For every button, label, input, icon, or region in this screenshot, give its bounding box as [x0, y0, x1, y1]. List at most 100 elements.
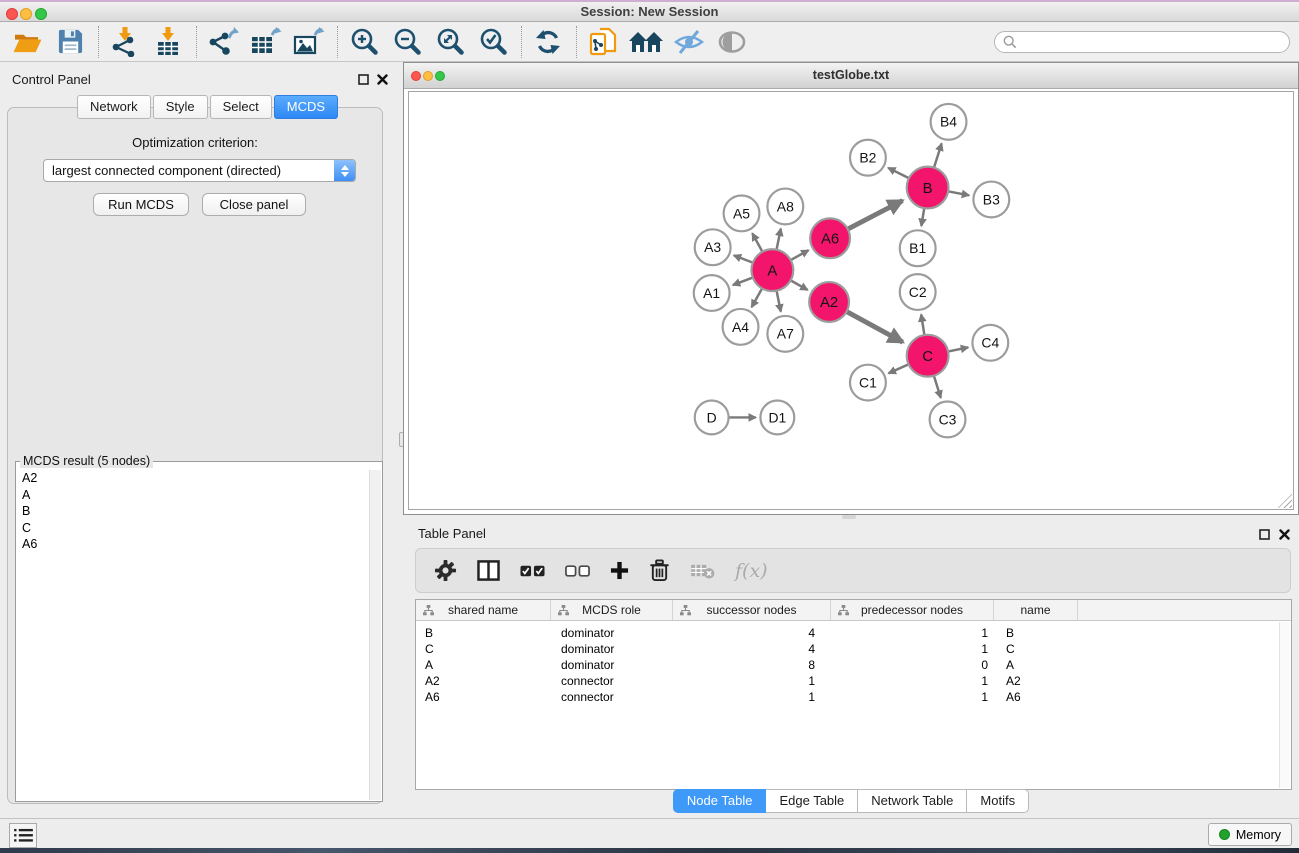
optimization-criterion-select[interactable]: largest connected component (directed) — [43, 159, 356, 182]
maximize-network-window-button[interactable] — [435, 71, 445, 81]
memory-button[interactable]: Memory — [1208, 823, 1292, 846]
graph-node-B2[interactable]: B2 — [850, 140, 886, 176]
table-row[interactable]: Adominator80A — [416, 657, 1291, 673]
column-header-successor-nodes[interactable]: successor nodes — [673, 600, 831, 620]
graph-node-A7[interactable]: A7 — [767, 316, 803, 352]
graph-node-D[interactable]: D — [695, 401, 729, 435]
graph-edge-A-A5[interactable] — [752, 233, 763, 252]
network-canvas[interactable]: B4B2BB3A5A8A6A3AB1A1C2A2A4A7CC4C1C3DD1 — [408, 91, 1294, 510]
zoom-fit-button[interactable] — [433, 25, 467, 59]
copy-network-button[interactable] — [586, 25, 620, 59]
minimize-window-button[interactable] — [20, 8, 32, 20]
function-builder-button[interactable]: f(x) — [735, 560, 768, 582]
graph-edge-A-A7[interactable] — [776, 290, 780, 312]
graph-edge-C-C2[interactable] — [921, 314, 924, 336]
import-table-button[interactable] — [151, 25, 185, 59]
table-settings-button[interactable] — [434, 559, 457, 582]
graph-node-C2[interactable]: C2 — [900, 274, 936, 310]
mcds-result-item[interactable]: A6 — [17, 536, 368, 553]
task-history-button[interactable] — [9, 823, 37, 848]
graph-node-A5[interactable]: A5 — [724, 196, 760, 232]
graph-node-A1[interactable]: A1 — [694, 275, 730, 311]
deselect-all-columns-button[interactable] — [565, 565, 590, 577]
graph-edge-C-C4[interactable] — [947, 347, 968, 351]
graph-edge-A-A2[interactable] — [790, 280, 808, 290]
graph-node-B3[interactable]: B3 — [973, 182, 1009, 218]
refresh-button[interactable] — [531, 25, 565, 59]
tab-node-table[interactable]: Node Table — [673, 789, 767, 813]
mcds-list-scrollbar[interactable] — [369, 470, 381, 800]
graph-edge-A-A3[interactable] — [734, 255, 754, 263]
fullscreen-window-button[interactable] — [35, 8, 47, 20]
graph-node-C[interactable]: C — [907, 335, 949, 377]
export-image-button[interactable] — [292, 25, 326, 59]
tab-mcds[interactable]: MCDS — [274, 95, 338, 119]
close-network-window-button[interactable] — [411, 71, 421, 81]
graph-node-A2[interactable]: A2 — [809, 282, 849, 322]
show-column-panel-button[interactable] — [477, 560, 500, 581]
show-all-button[interactable] — [715, 25, 749, 59]
graph-node-B1[interactable]: B1 — [900, 230, 936, 266]
close-window-button[interactable] — [6, 8, 18, 20]
delete-table-button[interactable] — [690, 562, 715, 579]
graph-edge-B-B2[interactable] — [888, 168, 910, 179]
graph-edge-C-C1[interactable] — [889, 364, 910, 373]
home-button[interactable] — [629, 25, 663, 59]
export-network-button[interactable] — [206, 25, 240, 59]
graph-node-C4[interactable]: C4 — [972, 325, 1008, 361]
tab-motifs[interactable]: Motifs — [967, 789, 1029, 813]
import-network-button[interactable] — [108, 25, 142, 59]
graph-edge-A-A6[interactable] — [790, 250, 809, 260]
zoom-out-button[interactable] — [390, 25, 424, 59]
graph-edge-A-A8[interactable] — [776, 229, 780, 251]
tab-network-table[interactable]: Network Table — [858, 789, 967, 813]
graph-edge-A2-C[interactable] — [846, 311, 903, 342]
graph-node-B4[interactable]: B4 — [931, 104, 967, 140]
table-row[interactable]: A2connector11A2 — [416, 673, 1291, 689]
select-all-columns-button[interactable] — [520, 565, 545, 577]
search-input[interactable] — [1022, 35, 1289, 49]
graph-node-A6[interactable]: A6 — [810, 218, 850, 258]
minimize-network-window-button[interactable] — [423, 71, 433, 81]
graph-edge-B-B3[interactable] — [947, 191, 969, 195]
column-header-shared-name[interactable]: shared name — [416, 600, 551, 620]
run-mcds-button[interactable]: Run MCDS — [93, 193, 189, 216]
horizontal-splitter-handle[interactable] — [842, 515, 856, 519]
tab-select[interactable]: Select — [210, 95, 272, 119]
graph-edge-B-B1[interactable] — [921, 207, 924, 226]
mcds-result-item[interactable]: A — [17, 487, 368, 504]
float-table-panel-button[interactable] — [1258, 528, 1271, 541]
close-panel-action-button[interactable]: Close panel — [202, 193, 306, 216]
table-row[interactable]: Cdominator41C — [416, 641, 1291, 657]
column-header-name[interactable]: name — [994, 600, 1078, 620]
table-scrollbar[interactable] — [1279, 622, 1290, 788]
hide-selected-button[interactable] — [672, 25, 706, 59]
graph-node-A[interactable]: A — [751, 249, 793, 291]
column-header-predecessor-nodes[interactable]: predecessor nodes — [831, 600, 994, 620]
graph-edge-A-A1[interactable] — [733, 277, 754, 285]
table-row[interactable]: A6connector11A6 — [416, 689, 1291, 705]
float-panel-button[interactable] — [357, 73, 370, 86]
graph-node-C1[interactable]: C1 — [850, 365, 886, 401]
zoom-selected-button[interactable] — [476, 25, 510, 59]
table-row[interactable]: Bdominator41B — [416, 625, 1291, 641]
graph-edge-C-C3[interactable] — [934, 375, 941, 398]
search-box[interactable] — [994, 31, 1290, 53]
graph-node-D1[interactable]: D1 — [760, 401, 794, 435]
tab-edge-table[interactable]: Edge Table — [766, 789, 858, 813]
create-column-button[interactable] — [610, 561, 629, 580]
tab-style[interactable]: Style — [153, 95, 208, 119]
graph-edge-B-B4[interactable] — [934, 143, 942, 168]
mcds-result-item[interactable]: A2 — [17, 470, 368, 487]
graph-edge-A-A4[interactable] — [752, 288, 763, 308]
column-header-mcds-role[interactable]: MCDS role — [551, 600, 673, 620]
graph-node-B[interactable]: B — [907, 167, 949, 209]
tab-network[interactable]: Network — [77, 95, 151, 119]
graph-node-A3[interactable]: A3 — [695, 229, 731, 265]
export-table-button[interactable] — [249, 25, 283, 59]
save-session-button[interactable] — [53, 25, 87, 59]
graph-node-A4[interactable]: A4 — [723, 309, 759, 345]
graph-node-C3[interactable]: C3 — [930, 402, 966, 438]
open-file-button[interactable] — [10, 25, 44, 59]
close-panel-button[interactable] — [376, 73, 389, 86]
